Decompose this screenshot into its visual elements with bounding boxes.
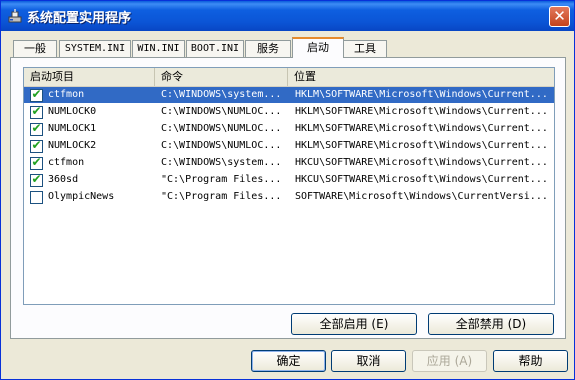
help-button[interactable]: 帮助 — [493, 350, 568, 372]
disable-all-button[interactable]: 全部禁用 (D) — [428, 313, 554, 335]
startup-item-location: HKLM\SOFTWARE\Microsoft\Windows\Current.… — [295, 140, 548, 151]
startup-checkbox[interactable]: ✔ — [30, 87, 43, 102]
tab-services[interactable]: 服务 — [245, 40, 291, 57]
startup-list[interactable]: 启动项目 命令 位置 ✔ ctfmon C:\WINDOWS\system... HK… — [23, 67, 555, 305]
enable-all-button[interactable]: 全部启用 (E) — [291, 313, 417, 335]
tab-system-ini[interactable]: SYSTEM.INI — [59, 40, 131, 57]
msconfig-window: 系统配置实用程序 ✕ 一般 SYSTEM.INI WIN.INI BOOT.IN… — [0, 0, 575, 380]
close-icon: ✕ — [553, 7, 566, 25]
startup-item-name: ctfmon — [48, 157, 85, 168]
tab-tools-label: 工具 — [354, 42, 376, 55]
startup-item-location: SOFTWARE\Microsoft\Windows\CurrentVersi.… — [295, 191, 548, 202]
list-item[interactable]: ✔ ctfmon C:\WINDOWS\system... HKCU\SOFTWARE… — [24, 155, 554, 171]
startup-item-name: NUMLOCK2 — [48, 140, 97, 151]
startup-item-name: ctfmon — [48, 89, 85, 100]
tab-win-ini-label: WIN.INI — [137, 43, 180, 54]
msconfig-app-icon — [8, 9, 22, 23]
checkmark-icon: ✔ — [31, 155, 42, 169]
tab-boot-ini-label: BOOT.INI — [190, 43, 240, 54]
list-item[interactable]: ✔ NUMLOCK1 C:\WINDOWS\NUMLOC... HKLM\SOFTWA… — [24, 121, 554, 137]
column-header-item[interactable]: 启动项目 — [24, 68, 155, 86]
apply-button[interactable]: 应用 (A) — [412, 350, 487, 372]
startup-item-name: NUMLOCK1 — [48, 123, 97, 134]
startup-item-command: C:\WINDOWS\NUMLOC... — [161, 140, 282, 151]
startup-item-command: C:\WINDOWS\system... — [161, 157, 282, 168]
startup-item-location: HKLM\SOFTWARE\Microsoft\Windows\Current.… — [295, 106, 548, 117]
column-header-command[interactable]: 命令 — [155, 68, 288, 86]
startup-item-command: C:\WINDOWS\NUMLOC... — [161, 106, 282, 117]
list-item[interactable]: ✔ NUMLOCK2 C:\WINDOWS\NUMLOC... HKLM\SOFTWA… — [24, 138, 554, 154]
startup-checkbox[interactable]: ✔ — [30, 104, 43, 119]
tab-tools[interactable]: 工具 — [343, 40, 387, 57]
tab-general[interactable]: 一般 — [13, 40, 57, 57]
checkmark-icon: ✔ — [31, 121, 42, 135]
checkmark-icon: ✔ — [31, 172, 42, 186]
startup-item-location: HKLM\SOFTWARE\Microsoft\Windows\Current.… — [295, 89, 548, 100]
checkmark-icon: ✔ — [31, 138, 42, 152]
tab-startup[interactable]: 启动 — [292, 37, 344, 58]
tab-system-ini-label: SYSTEM.INI — [64, 43, 126, 54]
tab-startup-label: 启动 — [307, 41, 329, 54]
startup-item-name: OlympicNews — [48, 191, 115, 202]
list-header: 启动项目 命令 位置 — [24, 68, 554, 87]
startup-item-command: C:\WINDOWS\system... — [161, 89, 282, 100]
window-title: 系统配置实用程序 — [27, 11, 132, 26]
title-bar[interactable]: 系统配置实用程序 ✕ — [1, 1, 574, 31]
list-item[interactable]: ✔ ctfmon C:\WINDOWS\system... HKLM\SOFTWARE… — [24, 87, 554, 103]
checkmark-icon: ✔ — [31, 104, 42, 118]
tab-win-ini[interactable]: WIN.INI — [132, 40, 185, 57]
column-header-location[interactable]: 位置 — [288, 68, 554, 86]
startup-item-command: "C:\Program Files... — [161, 191, 282, 202]
startup-item-command: "C:\Program Files... — [161, 174, 282, 185]
list-item[interactable]: ✔ NUMLOCK0 C:\WINDOWS\NUMLOC... HKLM\SOFTWA… — [24, 104, 554, 120]
tab-general-label: 一般 — [24, 42, 46, 55]
startup-checkbox[interactable]: ✔ — [30, 172, 43, 187]
startup-item-command: C:\WINDOWS\NUMLOC... — [161, 123, 282, 134]
tab-services-label: 服务 — [257, 42, 279, 55]
startup-item-location: HKLM\SOFTWARE\Microsoft\Windows\Current.… — [295, 123, 548, 134]
checkmark-icon: ✔ — [31, 87, 42, 101]
list-item[interactable]: ✔ 360sd "C:\Program Files... HKCU\SOFTWARE\… — [24, 172, 554, 188]
close-button[interactable]: ✕ — [549, 6, 570, 27]
startup-checkbox[interactable]: ✔ — [30, 155, 43, 170]
startup-item-location: HKCU\SOFTWARE\Microsoft\Windows\Current.… — [295, 174, 548, 185]
startup-item-name: NUMLOCK0 — [48, 106, 97, 117]
list-item[interactable]: OlympicNews "C:\Program Files... SOFTWARE\… — [24, 189, 554, 205]
startup-checkbox[interactable]: ✔ — [30, 138, 43, 153]
startup-item-name: 360sd — [48, 174, 79, 185]
startup-checkbox[interactable]: ✔ — [30, 121, 43, 136]
startup-checkbox[interactable] — [30, 191, 43, 204]
cancel-button[interactable]: 取消 — [331, 350, 406, 372]
startup-item-location: HKCU\SOFTWARE\Microsoft\Windows\Current.… — [295, 157, 548, 168]
tab-boot-ini[interactable]: BOOT.INI — [186, 40, 244, 57]
ok-button[interactable]: 确定 — [251, 350, 326, 372]
